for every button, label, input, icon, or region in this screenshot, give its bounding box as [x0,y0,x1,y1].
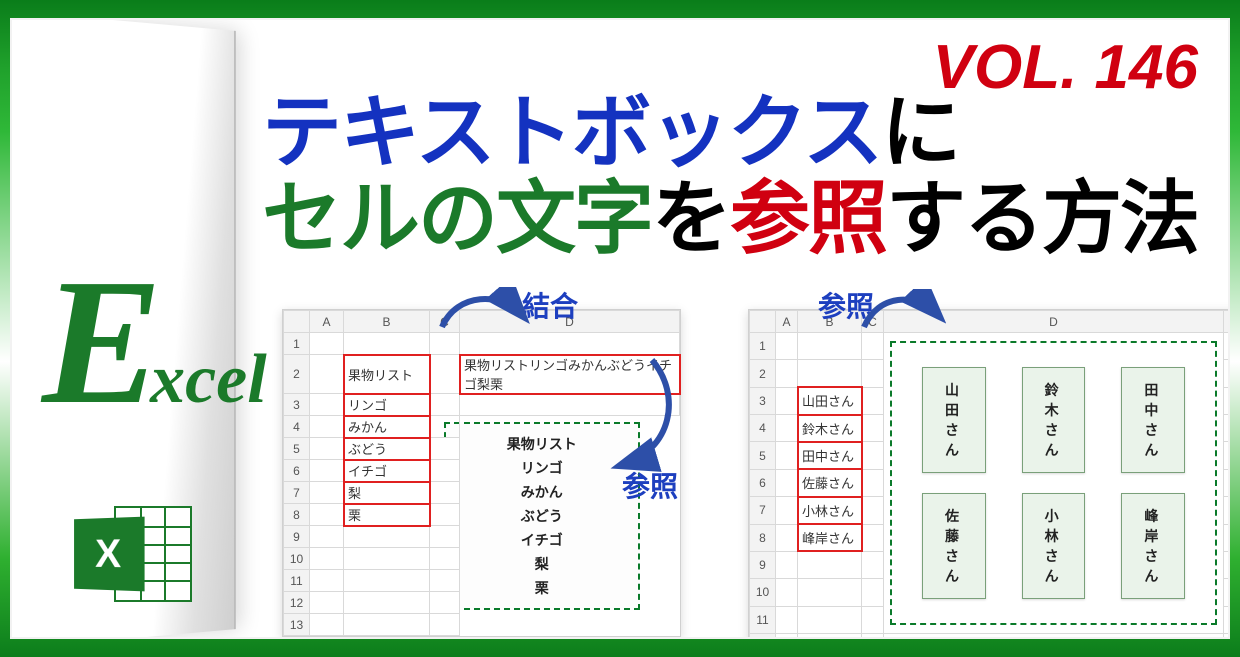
corner-cell [284,311,310,333]
row-header: 7 [284,482,310,504]
cell: 果物リスト [344,355,430,394]
row-header: 9 [284,526,310,548]
row-header: 12 [750,634,776,640]
row-header: 10 [284,548,310,570]
name-card: 佐藤さん [922,493,986,599]
textbox-line: みかん [521,482,563,502]
row-header: 3 [284,394,310,416]
cell: リンゴ [344,394,430,416]
textbox-line: 果物リスト [507,434,577,454]
row-header: 13 [284,614,310,636]
arrow-merge-icon [432,287,532,337]
examples-area: 結合 参照 A B C [282,295,1230,635]
row-header: 4 [750,415,776,442]
cell: イチゴ [344,460,430,482]
main-title: テキストボックスに セルの文字を参照する方法 [262,90,1198,263]
textbox-line: イチゴ [521,530,563,550]
gradient-frame: Excel X VOL. 146 テキストボックスに セルの文字を参照する方法 [0,0,1240,657]
col-header: E [1224,311,1231,333]
right-spreadsheet-table: A B C D E 1 山田さん 鈴木さん 田中さん [749,310,1230,639]
row-header: 11 [750,606,776,633]
excel-icon-book: X [74,517,145,592]
row-header: 8 [750,524,776,551]
row-header: 11 [284,570,310,592]
corner-cell [750,311,776,333]
excel-icon: X [72,500,192,610]
arrow-reference-left-icon [602,355,692,475]
row-header: 12 [284,592,310,614]
title-part-3: セルの文字 [262,174,652,263]
cell: 梨 [344,482,430,504]
title-part-1: テキストボックス [262,88,881,177]
textbox-line: 梨 [535,554,549,574]
title-part-5: 参照 [730,174,886,263]
left-example: 結合 参照 A B C [282,295,712,635]
row-header: 2 [284,355,310,394]
name-card: 峰岸さん [1121,493,1185,599]
row-header: 10 [750,579,776,606]
name-card: 田中さん [1121,367,1185,473]
col-header: A [776,311,798,333]
wordmark-e: E [42,265,162,418]
name-card: 山田さん [922,367,986,473]
row-header: 1 [750,333,776,360]
textbox-line: リンゴ [521,458,563,478]
excel-icon-letter: X [95,531,121,577]
arrow-reference-right-icon [856,289,946,339]
row-header: 8 [284,504,310,526]
row-header: 5 [284,438,310,460]
cell: 山田さん [798,387,862,414]
col-header: B [344,311,430,333]
cell: 佐藤さん [798,469,862,496]
cell: 栗 [344,504,430,526]
title-part-2: に [881,88,959,177]
cell: 鈴木さん [798,415,862,442]
col-header: A [310,311,344,333]
right-example: 参照 A B C D E 1 [748,295,1230,635]
textbox-line: ぶどう [521,506,563,526]
wordmark-xcel: xcel [150,341,267,418]
row-header: 6 [284,460,310,482]
white-page: Excel X VOL. 146 テキストボックスに セルの文字を参照する方法 [10,18,1230,639]
row-header: 2 [750,360,776,387]
title-part-6: する方法 [886,174,1198,263]
row-header: 3 [750,387,776,414]
cell: 田中さん [798,442,862,469]
row-header: 6 [750,469,776,496]
cell: 小林さん [798,497,862,524]
right-spreadsheet: A B C D E 1 山田さん 鈴木さん 田中さん [748,309,1230,639]
row-header: 5 [750,442,776,469]
row-header: 4 [284,416,310,438]
name-card: 小林さん [1022,493,1086,599]
cell: みかん [344,416,430,438]
name-card: 鈴木さん [1022,367,1086,473]
cell: ぶどう [344,438,430,460]
title-part-4: を [652,174,730,263]
cell: 峰岸さん [798,524,862,551]
textbox-line: 栗 [535,578,549,598]
row-header: 7 [750,497,776,524]
excel-wordmark: Excel [42,265,267,418]
row-header: 9 [750,551,776,578]
dashed-cards-container: 山田さん 鈴木さん 田中さん 佐藤さん 小林さん 峰岸さん [890,341,1217,625]
row-header: 1 [284,333,310,355]
